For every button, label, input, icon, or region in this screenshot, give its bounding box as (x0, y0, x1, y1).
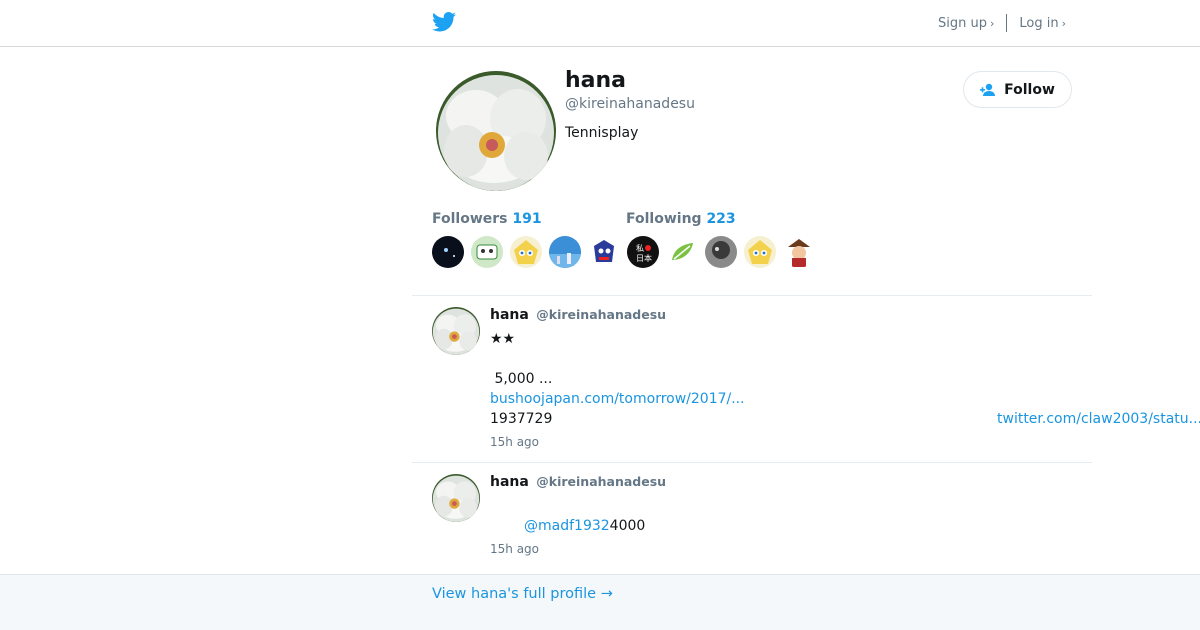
tweet[interactable]: hana @kireinahanadesu @madf19324000 15h … (432, 474, 1092, 564)
follower-avatar[interactable] (549, 236, 581, 268)
followers-avatar-row: 私日本 (432, 236, 822, 268)
follower-avatar[interactable]: 私日本 (627, 236, 659, 268)
followers-stat[interactable]: Followers 191 (432, 211, 542, 227)
followers-label: Followers (432, 211, 508, 227)
auth-links: Sign up › Log in › (938, 14, 1066, 32)
svg-text:私: 私 (636, 244, 644, 253)
following-stat[interactable]: Following 223 (626, 211, 736, 227)
tweet-link[interactable]: bushoojapan.com/tomorrow/2017/... (490, 391, 745, 407)
follower-avatar[interactable] (666, 236, 698, 268)
tweet-author-handle[interactable]: @kireinahanadesu (536, 474, 666, 489)
followers-count: 191 (512, 211, 542, 227)
chevron-right-icon: › (1061, 16, 1066, 30)
profile-avatar[interactable] (436, 71, 556, 191)
tweet[interactable]: hana @kireinahanadesu ★★ 5,000 ... busho… (432, 307, 1092, 457)
login-link[interactable]: Log in › (1019, 16, 1066, 31)
signup-label: Sign up (938, 15, 987, 31)
footer: View hana's full profile → (0, 574, 1200, 630)
mention-link[interactable]: @madf1932 (524, 518, 610, 534)
svg-text:日本: 日本 (636, 253, 652, 263)
profile-handle: @kireinahanadesu (565, 96, 695, 112)
follow-label: Follow (1004, 81, 1055, 98)
tweet-avatar[interactable] (432, 307, 480, 355)
tweet-header: hana @kireinahanadesu (490, 307, 666, 323)
tweet-timestamp[interactable]: 15h ago (490, 542, 539, 556)
full-profile-link[interactable]: View hana's full profile → (432, 586, 613, 602)
profile-name: hana (565, 68, 627, 93)
tweet-text-tail: 4000 (609, 518, 646, 534)
tweet-author-name[interactable]: hana (490, 307, 529, 323)
add-user-icon (980, 83, 996, 96)
divider (1006, 14, 1008, 32)
follower-avatar[interactable] (705, 236, 737, 268)
tweet-link[interactable]: twitter.com/claw2003/statu... (997, 411, 1200, 427)
divider (412, 462, 1092, 463)
signup-link[interactable]: Sign up › (938, 16, 994, 31)
follower-avatar[interactable] (471, 236, 503, 268)
tweet-text: 5,000 ... (490, 371, 553, 387)
tweet-avatar[interactable] (432, 474, 480, 522)
top-bar: Sign up › Log in › (0, 0, 1200, 47)
profile-bio: Tennisplay (565, 125, 639, 141)
tweet-header: hana @kireinahanadesu (490, 474, 666, 490)
tweet-text: 1937729 (490, 411, 553, 427)
login-label: Log in (1019, 15, 1059, 31)
follower-avatar[interactable] (510, 236, 542, 268)
tweet-timestamp[interactable]: 15h ago (490, 435, 539, 449)
tweet-author-handle[interactable]: @kireinahanadesu (536, 307, 666, 322)
chevron-right-icon: › (989, 16, 995, 30)
following-label: Following (626, 211, 702, 227)
follower-avatar[interactable] (588, 236, 620, 268)
follower-avatar[interactable] (783, 236, 815, 268)
divider (412, 295, 1092, 296)
twitter-bird-icon[interactable] (432, 12, 456, 32)
tweet-text: @madf19324000 (524, 518, 645, 534)
follower-avatar[interactable] (432, 236, 464, 268)
tweet-author-name[interactable]: hana (490, 474, 529, 490)
follower-avatar[interactable] (744, 236, 776, 268)
follow-button[interactable]: Follow (963, 71, 1072, 108)
tweet-text: ★★ (490, 331, 516, 347)
following-count: 223 (706, 211, 736, 227)
